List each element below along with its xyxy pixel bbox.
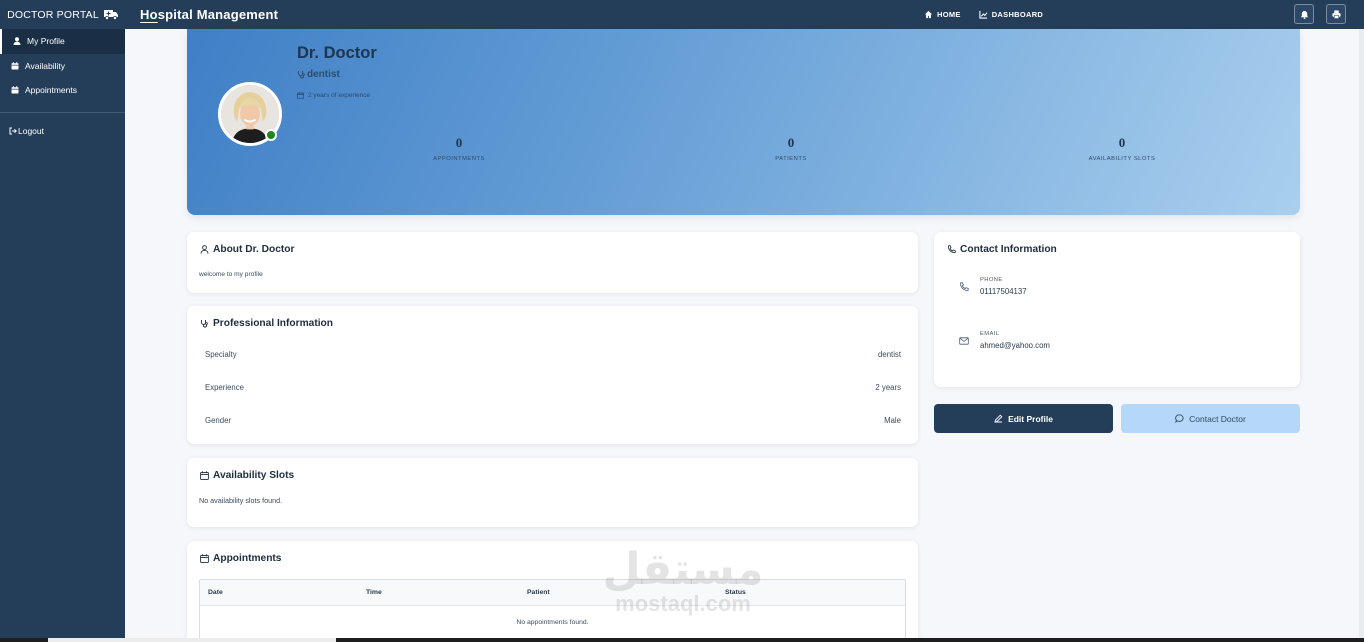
user-outline-icon xyxy=(200,245,209,254)
professional-info-card: Professional Information Specialty denti… xyxy=(187,306,918,444)
calendar-icon xyxy=(200,554,209,563)
calendar-icon xyxy=(11,61,19,70)
bell-icon xyxy=(1300,10,1308,19)
brand-text: DOCTOR PORTAL xyxy=(7,8,99,21)
about-title: About Dr. Doctor xyxy=(200,244,295,255)
professional-info-title: Professional Information xyxy=(200,318,333,329)
logout-icon xyxy=(9,127,17,134)
doctor-specialty: dentist xyxy=(297,69,340,80)
print-button[interactable] xyxy=(1326,4,1346,24)
doctor-name: Dr. Doctor xyxy=(297,44,377,62)
about-text: welcome to my profile xyxy=(199,271,263,278)
contact-doctor-button[interactable]: Contact Doctor xyxy=(1121,404,1300,433)
column-time[interactable]: Time xyxy=(366,589,382,596)
chart-icon xyxy=(979,10,988,19)
nav-home[interactable]: HOME xyxy=(924,10,961,19)
calendar-icon xyxy=(297,92,304,99)
stethoscope-icon xyxy=(201,320,208,328)
logout-link[interactable]: Logout xyxy=(0,119,125,143)
about-card: About Dr. Doctor welcome to my profile xyxy=(187,232,918,293)
stethoscope-icon xyxy=(298,71,305,79)
availability-title: Availability Slots xyxy=(200,470,294,481)
top-nav: HOME DASHBOARD xyxy=(924,0,1043,29)
appointments-card: Appointments Date Time Patient Status No… xyxy=(187,541,918,642)
availability-empty-text: No availability slots found. xyxy=(199,496,283,505)
contact-title: Contact Information xyxy=(947,244,1057,255)
availability-card: Availability Slots No availability slots… xyxy=(187,458,918,527)
phone-icon xyxy=(960,281,969,291)
email-value[interactable]: ahmed@yahoo.com xyxy=(980,341,1050,350)
user-icon xyxy=(13,37,21,46)
info-row-specialty: Specialty dentist xyxy=(205,350,901,359)
info-row-gender: Gender Male xyxy=(205,416,901,425)
nav-dashboard[interactable]: DASHBOARD xyxy=(979,10,1043,19)
contact-email: EMAIL ahmed@yahoo.com xyxy=(959,331,1050,350)
profile-header: Dr. Doctor dentist 2 years of experience… xyxy=(187,29,1300,215)
info-row-experience: Experience 2 years xyxy=(205,383,901,392)
sidebar-item-my-profile[interactable]: My Profile xyxy=(0,29,125,54)
app-title: Hospital Management xyxy=(140,7,279,22)
scrollbar-track[interactable] xyxy=(1359,29,1364,642)
appointments-title: Appointments xyxy=(200,553,281,564)
contact-phone: PHONE 01117504137 xyxy=(959,277,1027,296)
appointments-empty-text: No appointments found. xyxy=(516,619,589,626)
brand[interactable]: DOCTOR PORTAL xyxy=(0,0,125,29)
home-icon xyxy=(924,10,933,19)
bottom-strip xyxy=(0,638,1364,642)
calendar-icon xyxy=(200,471,209,480)
edit-profile-button[interactable]: Edit Profile xyxy=(934,404,1113,433)
chat-icon xyxy=(1175,414,1184,423)
pencil-icon xyxy=(994,414,1003,423)
sidebar-divider xyxy=(0,111,125,113)
sidebar: My Profile Availability Appointments Log… xyxy=(0,29,125,642)
stat-availability-slots: 0 AVAILABILITY SLOTS xyxy=(1088,135,1156,162)
table-header: Date Time Patient Status xyxy=(200,580,905,606)
column-date[interactable]: Date xyxy=(208,589,223,596)
phone-icon xyxy=(948,245,956,253)
ambulance-icon xyxy=(103,10,118,20)
contact-card: Contact Information PHONE 01117504137 EM… xyxy=(934,232,1300,387)
sidebar-item-appointments[interactable]: Appointments xyxy=(0,78,125,103)
calendar-icon xyxy=(11,86,19,94)
online-status-indicator xyxy=(265,129,277,141)
sidebar-item-availability[interactable]: Availability xyxy=(0,54,125,79)
column-status[interactable]: Status xyxy=(725,589,746,596)
notifications-button[interactable] xyxy=(1294,4,1314,24)
mail-icon xyxy=(959,336,969,345)
stat-appointments: 0 APPOINTMENTS xyxy=(433,135,485,162)
stat-patients: 0 PATIENTS xyxy=(775,135,807,162)
top-navbar: DOCTOR PORTAL Hospital Management HOME D… xyxy=(0,0,1364,29)
phone-value[interactable]: 01117504137 xyxy=(980,287,1027,296)
printer-icon xyxy=(1331,9,1341,19)
appointments-table: Date Time Patient Status No appointments… xyxy=(199,579,906,642)
column-patient[interactable]: Patient xyxy=(527,589,550,596)
doctor-experience: 2 years of experience xyxy=(297,92,370,99)
